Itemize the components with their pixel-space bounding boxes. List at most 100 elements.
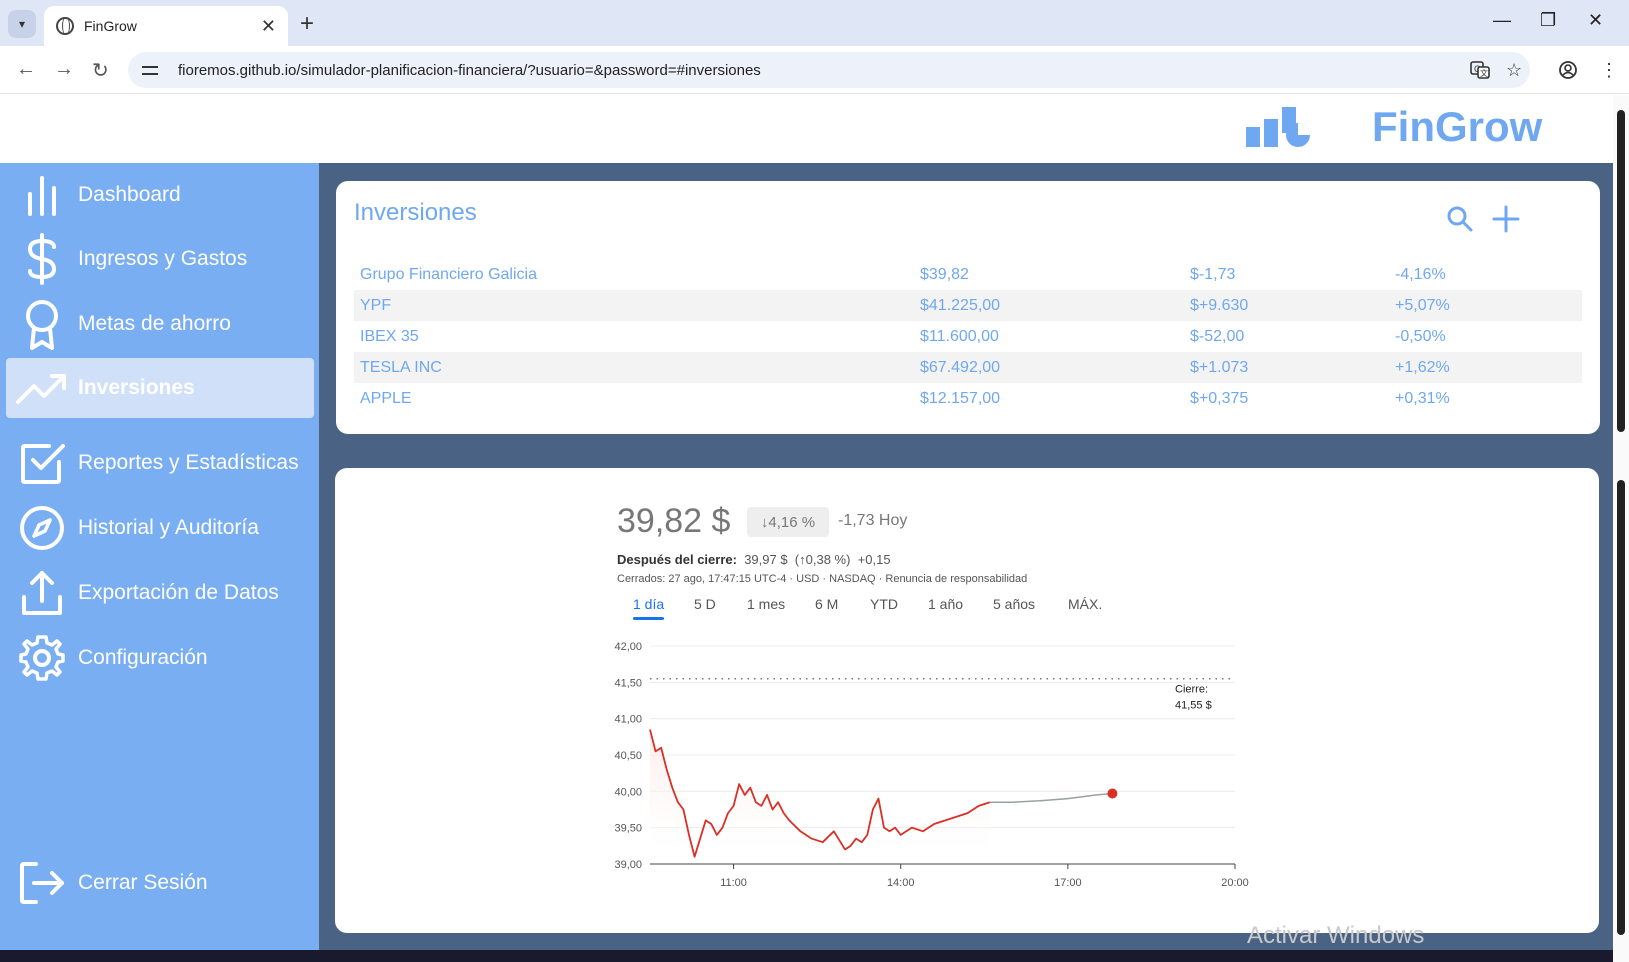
- logout-icon: [16, 857, 68, 909]
- after-hours-change: +0,15: [857, 552, 891, 567]
- previous-close-value: 41,55 $: [1175, 700, 1212, 712]
- investment-price: $11.600,00: [920, 327, 999, 345]
- tab-list-button[interactable]: ▾: [8, 10, 36, 38]
- sidebar-item-metas-ahorro[interactable]: Metas de ahorro: [0, 294, 319, 354]
- close-tab-icon[interactable]: ✕: [261, 16, 276, 37]
- translate-icon[interactable]: G文: [1470, 60, 1490, 85]
- previous-close-label: Cierre:: [1175, 684, 1208, 696]
- x-tick-label: 20:00: [1221, 877, 1249, 889]
- logout-label: Cerrar Sesión: [78, 871, 208, 894]
- gear-icon: [16, 632, 68, 684]
- restore-button[interactable]: ❐: [1540, 10, 1556, 31]
- sidebar-item-reportes[interactable]: Reportes y Estadísticas: [0, 433, 319, 493]
- price-area: [650, 729, 990, 864]
- after-hours-label: Después del cierre:: [617, 552, 737, 567]
- bookmark-star-icon[interactable]: ☆: [1506, 60, 1522, 81]
- minimize-button[interactable]: —: [1493, 10, 1511, 31]
- tab-title: FinGrow: [84, 18, 137, 34]
- brand-name: FinGrow: [1372, 103, 1543, 150]
- y-tick-label: 40,50: [614, 750, 642, 762]
- sidebar-item-exportacion[interactable]: Exportación de Datos: [0, 563, 319, 623]
- table-row[interactable]: Grupo Financiero Galicia $39,82 $-1,73 -4,1…: [354, 259, 1582, 290]
- investment-price: $39,82: [920, 265, 969, 283]
- change-percent-badge: ↓4,16 %: [747, 507, 829, 537]
- sidebar-item-label: Reportes y Estadísticas: [78, 451, 299, 474]
- logout-button[interactable]: Cerrar Sesión: [0, 853, 319, 913]
- sidebar-item-historial[interactable]: Historial y Auditoría: [0, 498, 319, 558]
- investment-name: Grupo Financiero Galicia: [360, 265, 537, 283]
- investment-name: YPF: [354, 290, 914, 321]
- sidebar-item-label: Historial y Auditoría: [78, 516, 259, 539]
- sidebar-item-label: Inversiones: [78, 376, 195, 399]
- x-tick-label: 11:00: [720, 877, 747, 889]
- address-bar: ← → ↻ fioremos.github.io/simulador-plani…: [0, 46, 1629, 94]
- y-tick-label: 39,50: [614, 823, 642, 835]
- change-today: -1,73 Hoy: [838, 512, 908, 529]
- table-row[interactable]: TESLA INC $67.492,00 $+1.073 +1,62%: [354, 352, 1582, 383]
- close-window-button[interactable]: ✕: [1588, 10, 1603, 31]
- range-tab[interactable]: 5 D: [694, 596, 716, 612]
- after-hours-info: Después del cierre: 39,97 $ (↑0,38 %) +0…: [617, 552, 891, 567]
- sidebar-item-ingresos-gastos[interactable]: Ingresos y Gastos: [0, 229, 319, 289]
- compass-icon: [16, 502, 68, 554]
- investment-price: $41.225,00: [914, 290, 1184, 321]
- search-icon[interactable]: [1446, 205, 1474, 238]
- sidebar-item-label: Exportación de Datos: [78, 581, 279, 604]
- range-tab[interactable]: 1 día: [633, 596, 665, 620]
- range-tab[interactable]: 1 mes: [747, 596, 785, 612]
- table-row[interactable]: YPF $41.225,00 $+9.630 +5,07%: [354, 290, 1582, 321]
- globe-icon: [56, 17, 74, 35]
- y-tick-label: 41,00: [614, 714, 642, 726]
- table-row[interactable]: APPLE $12.157,00 $+0,375 +0,31%: [354, 383, 1582, 414]
- sidebar: Dashboard Ingresos y Gastos Metas de aho…: [0, 163, 319, 962]
- stock-quote-card: 39,82 $ ↓4,16 % -1,73 Hoy Después del ci…: [335, 468, 1599, 933]
- investment-price: $12.157,00: [920, 389, 1001, 407]
- range-tab[interactable]: 5 años: [993, 596, 1035, 612]
- investment-change: $-52,00: [1190, 327, 1245, 345]
- range-tab[interactable]: 1 año: [928, 596, 963, 612]
- sidebar-item-configuracion[interactable]: Configuración: [0, 628, 319, 688]
- investment-percent: +0,31%: [1395, 389, 1450, 407]
- investment-price: $67.492,00: [914, 352, 1184, 383]
- menu-kebab-icon[interactable]: ⋮: [1600, 60, 1618, 81]
- sidebar-item-label: Configuración: [78, 646, 208, 669]
- investments-table: Grupo Financiero Galicia $39,82 $-1,73 -4,1…: [354, 259, 1582, 414]
- upload-icon: [16, 567, 68, 619]
- current-price-marker: [1107, 788, 1118, 799]
- range-tab[interactable]: MÁX.: [1068, 596, 1102, 612]
- site-info-icon[interactable]: [142, 63, 160, 77]
- table-row[interactable]: IBEX 35 $11.600,00 $-52,00 -0,50%: [354, 321, 1582, 352]
- after-hours-line: [989, 792, 1113, 803]
- price-chart: 42,00 41,50 41,00 40,50 40,00 39,50 39,00 11:00…: [614, 641, 1249, 889]
- forward-icon[interactable]: →: [54, 58, 74, 81]
- browser-tab[interactable]: FinGrow ✕: [44, 6, 288, 46]
- scrollbar-thumb-inner[interactable]: [1617, 480, 1625, 935]
- quote-price: 39,82 $: [617, 502, 731, 540]
- investment-percent: -0,50%: [1395, 327, 1446, 345]
- scrollbar-thumb[interactable]: [1617, 110, 1625, 432]
- investment-change: $+9.630: [1184, 290, 1389, 321]
- y-tick-label: 40,00: [614, 786, 642, 798]
- x-tick-label: 17:00: [1054, 877, 1082, 889]
- url-field[interactable]: fioremos.github.io/simulador-planificaci…: [128, 52, 1530, 88]
- reload-icon[interactable]: ↻: [92, 58, 109, 83]
- after-hours-value: 39,97 $: [744, 552, 788, 567]
- taskbar: [0, 950, 1613, 962]
- y-tick-label: 41,50: [614, 677, 642, 689]
- add-icon[interactable]: [1492, 205, 1520, 238]
- back-icon[interactable]: ←: [16, 58, 36, 81]
- investment-percent: +5,07%: [1389, 290, 1582, 321]
- profile-icon[interactable]: [1558, 60, 1578, 85]
- closed-info: Cerrados: 27 ago, 17:47:15 UTC-4 · USD ·…: [617, 573, 1028, 585]
- new-tab-button[interactable]: +: [300, 10, 314, 38]
- range-tab[interactable]: YTD: [870, 596, 898, 612]
- sidebar-item-dashboard[interactable]: Dashboard: [0, 165, 319, 225]
- app-container: FinGrow Dashboard Ingresos y Gastos Meta…: [0, 95, 1613, 962]
- svg-text:文: 文: [1480, 68, 1488, 78]
- sidebar-item-inversiones[interactable]: Inversiones: [6, 358, 314, 418]
- dollar-icon: [16, 233, 68, 285]
- logo-icon: [1246, 107, 1310, 147]
- investment-change: $+0,375: [1190, 389, 1249, 407]
- windows-activation-watermark: Activar Windows: [1247, 922, 1425, 949]
- range-tab[interactable]: 6 M: [815, 596, 838, 612]
